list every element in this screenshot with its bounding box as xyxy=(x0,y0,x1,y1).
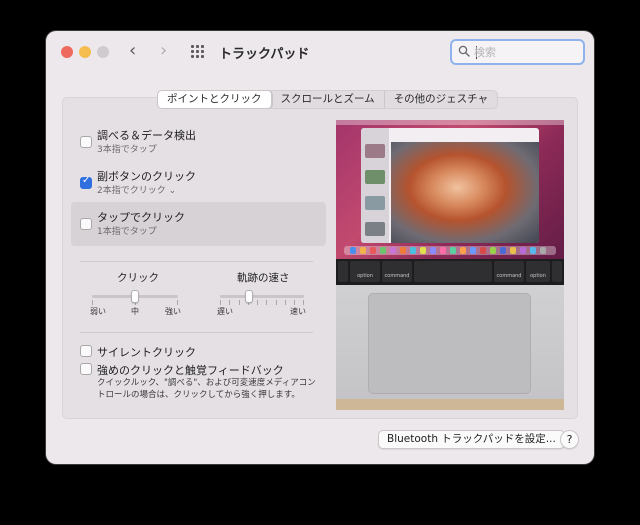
tracking-slider-knob[interactable] xyxy=(245,290,253,303)
click-max-label: 強い xyxy=(165,307,181,316)
click-slider-label: クリック xyxy=(117,272,159,284)
slider-tick xyxy=(220,300,221,305)
search-field[interactable] xyxy=(450,39,585,65)
preview-screen: option command command option xyxy=(336,120,564,285)
slider-tick xyxy=(177,300,178,305)
tap-to-click-checkbox[interactable] xyxy=(80,218,92,230)
option-silent-clicking[interactable]: サイレントクリック xyxy=(71,343,326,359)
forward-button[interactable]: › xyxy=(160,41,167,61)
option-title: タップでクリック xyxy=(97,211,185,224)
preview-trackpad xyxy=(368,293,531,394)
secondary-click-dropdown[interactable]: 2本指でクリック ⌄ xyxy=(97,183,176,196)
preview-spacebar xyxy=(414,261,492,282)
close-button[interactable] xyxy=(61,46,73,58)
preview-photos-window xyxy=(361,128,539,243)
tracking-slider-track[interactable] xyxy=(220,295,304,298)
preview-table xyxy=(336,399,564,410)
click-slider-knob[interactable] xyxy=(131,290,139,303)
preview-key: option xyxy=(350,261,380,282)
slider-tick xyxy=(303,300,304,305)
slider-tick xyxy=(92,300,93,305)
preview-thumbnail xyxy=(365,144,385,158)
minimize-button[interactable] xyxy=(79,46,91,58)
tab-more-gestures[interactable]: その他のジェスチャ xyxy=(385,91,497,108)
option-title: 副ボタンのクリック xyxy=(97,170,196,183)
search-icon xyxy=(458,45,470,57)
option-title: 強めのクリックと触覚フィードバック xyxy=(97,364,284,377)
option-title: サイレントクリック xyxy=(97,346,196,359)
preview-thumbnail xyxy=(365,196,385,210)
preview-key: command xyxy=(494,261,524,282)
preview-thumbnail xyxy=(365,222,385,236)
preview-key: command xyxy=(382,261,412,282)
setup-bluetooth-trackpad-button[interactable]: Bluetooth トラックパッドを設定... xyxy=(378,430,565,449)
slider-tick xyxy=(266,300,267,305)
titlebar: ‹ › トラックパッド xyxy=(46,31,594,73)
preview-key: option xyxy=(526,261,550,282)
option-subtitle: 3本指でタップ xyxy=(97,145,157,155)
divider xyxy=(80,261,313,262)
preview-menubar xyxy=(336,120,564,125)
tab-point-and-click[interactable]: ポイントとクリック xyxy=(158,91,272,108)
search-input[interactable] xyxy=(474,44,578,61)
force-click-checkbox[interactable] xyxy=(80,363,92,375)
zoom-button[interactable] xyxy=(97,46,109,58)
preview-key xyxy=(338,261,348,282)
gesture-preview-video: option command command option xyxy=(336,120,564,410)
lookup-checkbox[interactable] xyxy=(80,136,92,148)
divider xyxy=(80,332,313,333)
tab-bar: ポイントとクリック スクロールとズーム その他のジェスチャ xyxy=(157,90,499,109)
slider-tick xyxy=(239,300,240,305)
secondary-click-checkbox[interactable] xyxy=(80,175,92,189)
option-subtitle: 1本指でタップ xyxy=(97,227,157,237)
option-lookup-data-detectors[interactable]: 調べる＆データ検出 3本指でタップ xyxy=(71,125,326,157)
back-button[interactable]: ‹ xyxy=(129,41,136,61)
tab-scroll-and-zoom[interactable]: スクロールとズーム xyxy=(272,91,385,108)
option-secondary-click[interactable]: 副ボタンのクリック 2本指でクリック ⌄ xyxy=(71,166,326,198)
tracking-max-label: 速い xyxy=(290,307,306,316)
preview-thumbnail xyxy=(365,170,385,184)
slider-tick xyxy=(294,300,295,305)
window-title: トラックパッド xyxy=(219,47,310,62)
preview-key xyxy=(552,261,562,282)
slider-tick xyxy=(229,300,230,305)
help-button[interactable]: ? xyxy=(560,430,579,449)
option-title: 調べる＆データ検出 xyxy=(97,129,196,142)
slider-tick xyxy=(257,300,258,305)
preview-photo xyxy=(391,142,539,243)
click-min-label: 弱い xyxy=(90,307,106,316)
force-click-description: クイックルック、"調べる"、および可変速度メディアコントロールの場合は、クリック… xyxy=(97,378,316,400)
tracking-min-label: 遅い xyxy=(217,307,233,316)
option-force-click[interactable]: 強めのクリックと触覚フィードバック xyxy=(71,361,326,377)
preview-laptop-base xyxy=(336,285,564,410)
option-tap-to-click[interactable]: タップでクリック 1本指でタップ xyxy=(71,202,326,246)
slider-tick xyxy=(276,300,277,305)
preview-photo-sidebar xyxy=(361,128,389,243)
trackpad-preferences-window: ‹ › トラックパッド ポイントとクリック スクロールとズーム その他のジェスチ… xyxy=(46,31,594,464)
preview-dock xyxy=(344,246,556,255)
show-all-grid-icon[interactable] xyxy=(191,45,206,58)
silent-click-checkbox[interactable] xyxy=(80,345,92,357)
preview-keyboard: option command command option xyxy=(336,259,564,285)
click-mid-label: 中 xyxy=(131,307,139,316)
tracking-speed-label: 軌跡の速さ xyxy=(237,272,290,284)
slider-tick xyxy=(285,300,286,305)
